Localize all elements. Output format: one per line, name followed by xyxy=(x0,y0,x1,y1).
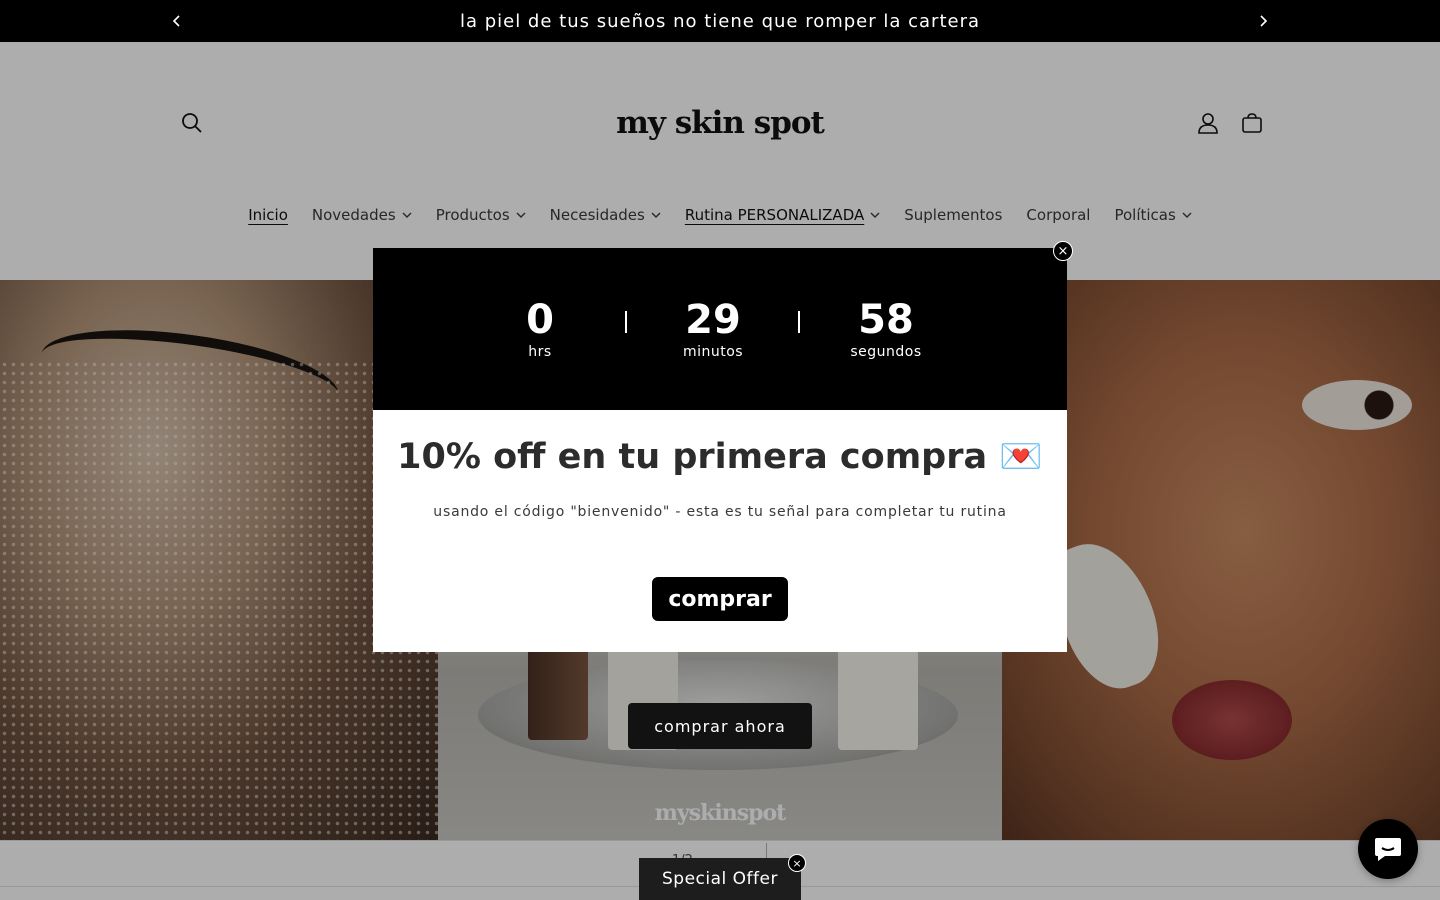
popup-close-button[interactable]: × xyxy=(1053,241,1073,261)
countdown-seconds: 58 segundos xyxy=(806,296,966,360)
countdown-label: segundos xyxy=(850,344,922,360)
close-icon: × xyxy=(792,856,802,870)
chevron-right-icon xyxy=(1260,15,1268,27)
announcement-next-button[interactable] xyxy=(1248,0,1278,42)
countdown-value: 0 xyxy=(526,297,554,343)
popup-subtitle: usando el código "bienvenido" - esta es … xyxy=(433,504,1007,520)
announcement-bar: la piel de tus sueños no tiene que rompe… xyxy=(0,0,1440,42)
chat-icon xyxy=(1375,838,1401,861)
countdown-value: 58 xyxy=(858,297,914,343)
chevron-left-icon xyxy=(172,15,180,27)
discount-popup: 0 hrs 29 minutos 58 segundos 10% off en … xyxy=(373,248,1067,652)
countdown-minutes: 29 minutos xyxy=(633,296,793,360)
countdown-label: hrs xyxy=(528,344,552,360)
announcement-prev-button[interactable] xyxy=(162,0,192,42)
countdown-value: 29 xyxy=(685,297,741,343)
popup-buy-button[interactable]: comprar xyxy=(652,577,788,621)
countdown-divider xyxy=(625,311,627,333)
special-offer-close-button[interactable]: × xyxy=(788,854,806,872)
chat-button[interactable] xyxy=(1358,819,1418,879)
close-icon: × xyxy=(1057,243,1069,259)
announcement-text: la piel de tus sueños no tiene que rompe… xyxy=(459,10,981,32)
shop-now-button[interactable]: comprar ahora xyxy=(628,703,812,749)
popup-title: 10% off en tu primera compra 💌 xyxy=(397,437,1043,477)
special-offer-tab[interactable]: Special Offer xyxy=(639,858,801,900)
countdown-label: minutos xyxy=(682,344,744,360)
countdown-divider xyxy=(798,311,800,333)
countdown-hours: 0 hrs xyxy=(460,296,620,360)
countdown-panel: 0 hrs 29 minutos 58 segundos xyxy=(373,248,1067,410)
modal-backdrop-header[interactable] xyxy=(0,42,1440,280)
